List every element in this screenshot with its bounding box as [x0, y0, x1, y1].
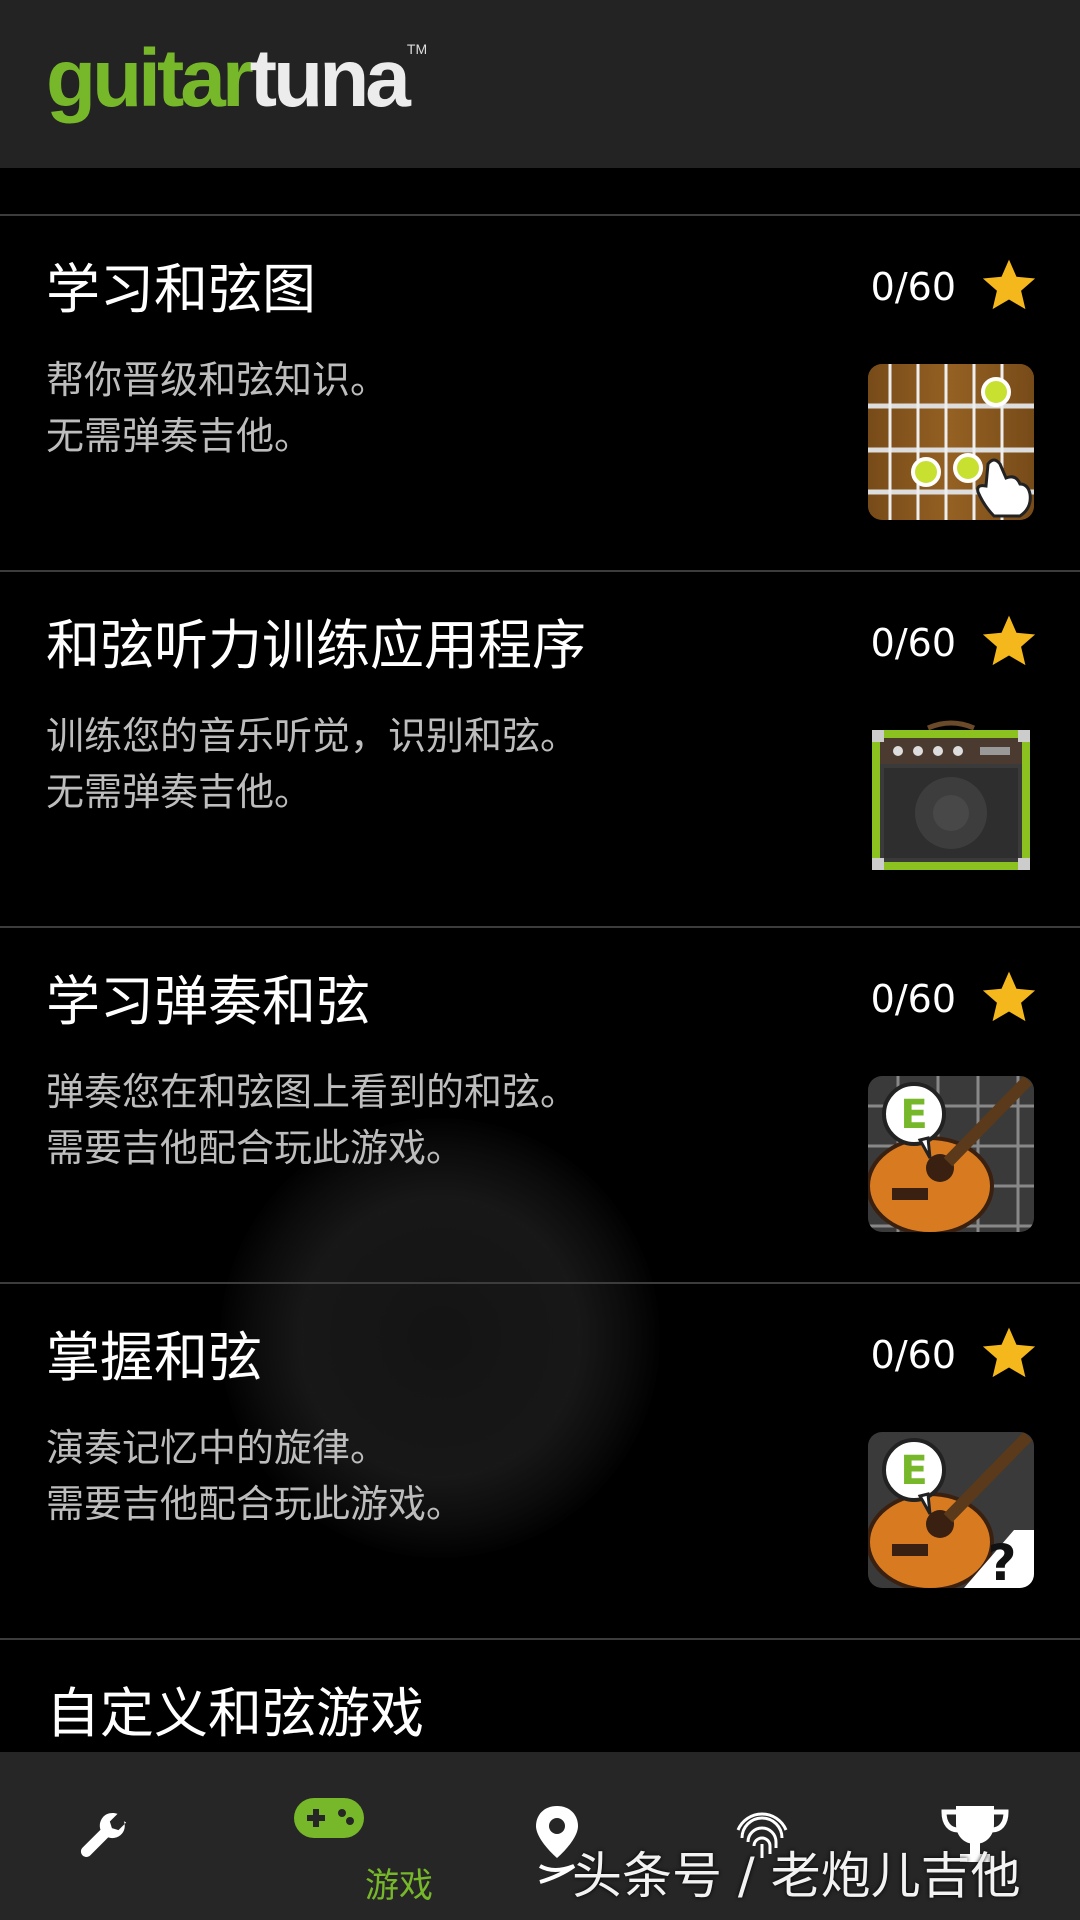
- game-card-play-chords[interactable]: 学习弹奏和弦 弹奏您在和弦图上看到的和弦。 需要吉他配合玩此游戏。 0/60 E: [0, 928, 1080, 1284]
- logo-trademark: TM: [406, 41, 428, 57]
- game-title: 掌握和弦: [46, 1326, 262, 1389]
- game-score: 0/60: [870, 1333, 956, 1377]
- guitar-chord-icon: E: [868, 1076, 1034, 1232]
- fretboard-icon: [868, 364, 1034, 520]
- game-title: 自定义和弦游戏: [46, 1682, 424, 1745]
- game-description: 弹奏您在和弦图上看到的和弦。 需要吉他配合玩此游戏。: [46, 1064, 578, 1176]
- amplifier-icon: [868, 720, 1034, 876]
- game-description: 演奏记忆中的旋律。 需要吉他配合玩此游戏。: [46, 1420, 464, 1532]
- game-description: 帮你晋级和弦知识。 无需弹奏吉他。: [46, 352, 388, 464]
- logo-guitar: guitar: [46, 33, 254, 124]
- app-header: guitartuna TM: [0, 0, 1080, 168]
- game-score: 0/60: [870, 265, 956, 309]
- star-icon: [982, 1327, 1036, 1378]
- game-desc-line1: 训练您的音乐听觉，识别和弦。: [46, 714, 579, 758]
- game-desc-line2: 无需弹奏吉他。: [46, 770, 313, 814]
- game-card-ear-training[interactable]: 和弦听力训练应用程序 训练您的音乐听觉，识别和弦。 无需弹奏吉他。 0/60: [0, 572, 1080, 928]
- nav-item-tools[interactable]: [0, 1752, 270, 1920]
- game-score: 0/60: [870, 977, 956, 1021]
- nav-item-games[interactable]: 游戏: [270, 1752, 540, 1920]
- game-desc-line2: 需要吉他配合玩此游戏。: [46, 1482, 465, 1526]
- game-desc-line1: 帮你晋级和弦知识。: [46, 358, 389, 402]
- star-icon: [982, 971, 1036, 1022]
- star-icon: [982, 615, 1036, 666]
- game-description: 训练您的音乐听觉，识别和弦。 无需弹奏吉他。: [46, 708, 578, 820]
- star-icon: [982, 259, 1036, 310]
- game-card-master-chords[interactable]: 掌握和弦 演奏记忆中的旋律。 需要吉他配合玩此游戏。 0/60 E ?: [0, 1284, 1080, 1640]
- game-desc-line2: 需要吉他配合玩此游戏。: [46, 1126, 465, 1170]
- game-card-custom-chords[interactable]: 自定义和弦游戏: [0, 1640, 1080, 1752]
- gamepad-icon: [294, 1798, 364, 1838]
- game-list[interactable]: 学习和弦图 帮你晋级和弦知识。 无需弹奏吉他。 0/60 和弦听力训练应用程序 …: [0, 168, 1080, 1752]
- game-desc-line1: 演奏记忆中的旋律。: [46, 1426, 389, 1470]
- svg-text:E: E: [900, 1448, 927, 1494]
- guitar-question-icon: E ?: [868, 1432, 1034, 1588]
- game-desc-line2: 无需弹奏吉他。: [46, 414, 313, 458]
- svg-text:?: ?: [987, 1534, 1016, 1588]
- game-score: 0/60: [870, 621, 956, 665]
- nav-label-games: 游戏: [365, 1866, 433, 1906]
- wrench-icon: [80, 1813, 127, 1857]
- svg-text:E: E: [900, 1092, 927, 1138]
- game-title: 学习和弦图: [46, 258, 316, 321]
- logo-tuna: tuna: [249, 33, 411, 124]
- game-desc-line1: 弹奏您在和弦图上看到的和弦。: [46, 1070, 579, 1114]
- watermark: 头条号 / 老炮儿吉他: [572, 1847, 1021, 1905]
- game-title: 学习弹奏和弦: [46, 970, 370, 1033]
- game-card-chord-diagrams[interactable]: 学习和弦图 帮你晋级和弦知识。 无需弹奏吉他。 0/60: [0, 216, 1080, 572]
- game-title: 和弦听力训练应用程序: [46, 614, 586, 677]
- guitartuna-logo: guitartuna TM: [46, 38, 427, 120]
